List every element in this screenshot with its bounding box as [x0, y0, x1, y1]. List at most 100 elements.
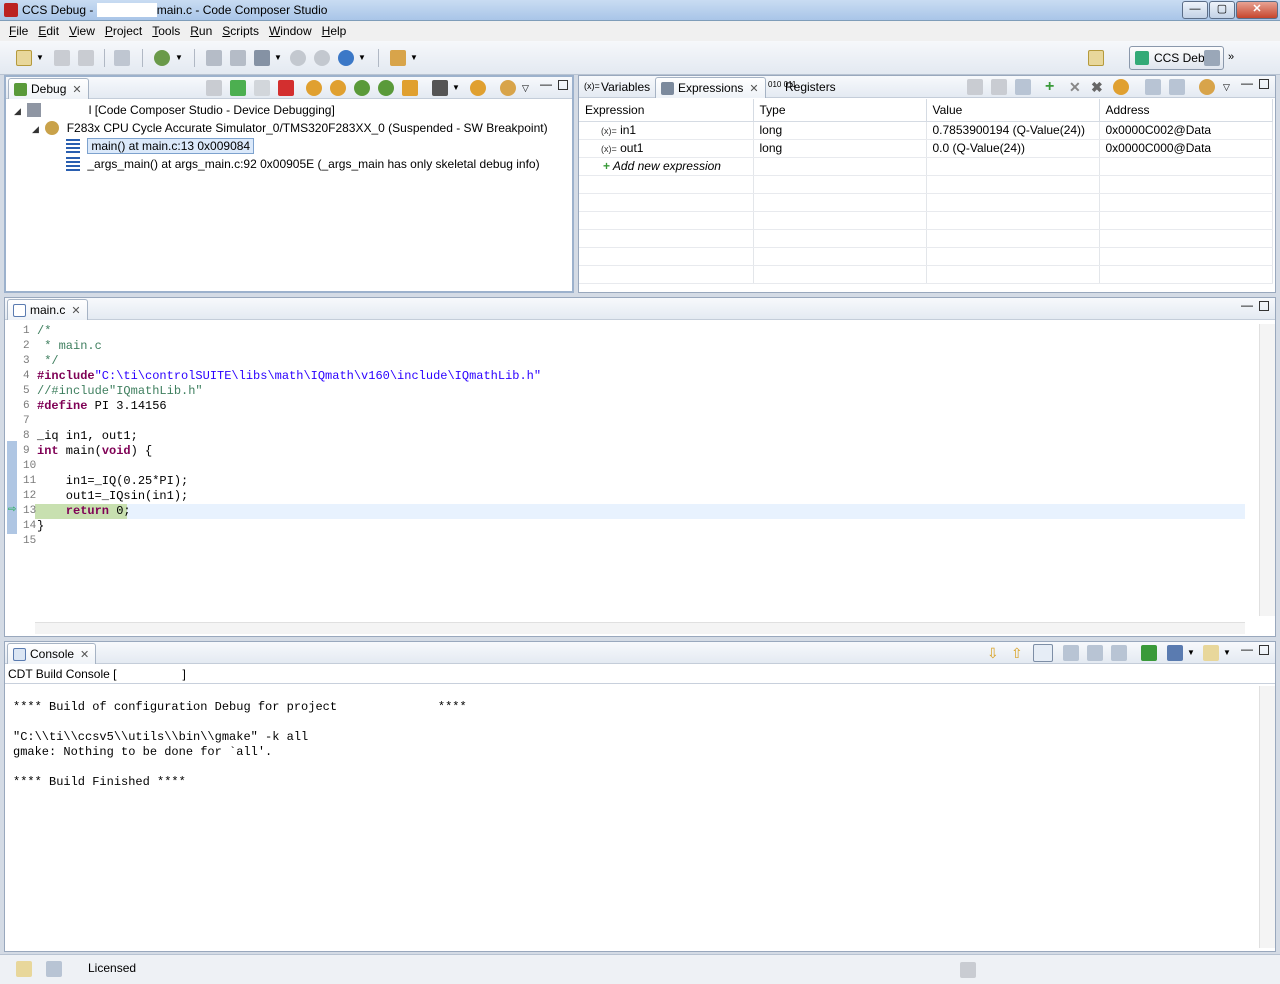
fast-view-icon[interactable] — [16, 961, 32, 977]
close-icon[interactable]: ✕ — [749, 83, 758, 95]
progress-icon[interactable] — [960, 962, 976, 978]
display-console-icon[interactable] — [1167, 645, 1183, 661]
suspend-icon[interactable] — [254, 80, 270, 96]
collapse-icon[interactable]: ◢ — [32, 120, 42, 138]
collapse-all-icon[interactable] — [1015, 79, 1031, 95]
close-icon[interactable]: ✕ — [71, 305, 80, 317]
console-vertical-scrollbar[interactable] — [1259, 686, 1275, 948]
next-error-icon[interactable]: ⇩ — [987, 645, 1003, 661]
clear-console-icon[interactable] — [1063, 645, 1079, 661]
asm-step-into-icon[interactable] — [354, 80, 370, 96]
restart-debug-icon[interactable] — [470, 80, 486, 96]
menu-tools[interactable]: Tools — [147, 24, 185, 38]
tree-item-frame-args-main[interactable]: _args_main() at args_main.c:92 0x00905E … — [66, 155, 540, 173]
tree-item-frame-main[interactable]: main() at main.c:13 0x009084 — [66, 137, 255, 155]
save-icon[interactable] — [54, 50, 70, 66]
menu-view[interactable]: View — [64, 24, 100, 38]
ext-tools-icon[interactable] — [338, 50, 354, 66]
column-header-type[interactable]: Type — [753, 99, 927, 122]
menu-help[interactable]: Help — [317, 24, 352, 38]
menu-scripts[interactable]: Scripts — [217, 24, 264, 38]
continuous-refresh-icon[interactable] — [1199, 79, 1215, 95]
column-header-address[interactable]: Address — [1099, 99, 1273, 122]
display-dropdown-icon[interactable]: ▼ — [1187, 645, 1195, 661]
pencil-dropdown-icon[interactable]: ▼ — [410, 50, 418, 66]
maximize-button[interactable]: ▢ — [1209, 1, 1235, 19]
maximize-view-icon[interactable] — [558, 80, 568, 90]
new-dropdown-icon[interactable]: ▼ — [36, 50, 44, 66]
processor-reset-icon[interactable] — [432, 80, 448, 96]
pencil-icon[interactable] — [390, 50, 406, 66]
menu-run[interactable]: Run — [185, 24, 217, 38]
step-over-icon[interactable] — [330, 80, 346, 96]
step-into-icon[interactable] — [306, 80, 322, 96]
tab-main-c[interactable]: main.c ✕ — [7, 299, 88, 320]
minimize-button[interactable]: — — [1182, 1, 1208, 19]
view-menu-icon[interactable]: ▽ — [1223, 79, 1233, 95]
new-view-icon[interactable] — [1145, 79, 1161, 95]
reset-dropdown-icon[interactable]: ▼ — [452, 80, 460, 96]
menu-project[interactable]: Project — [100, 24, 147, 38]
reset-icon[interactable] — [290, 50, 306, 66]
column-header-value[interactable]: Value — [926, 99, 1100, 122]
remove-all-icon[interactable]: ✖ — [1091, 79, 1107, 95]
refresh-expressions-icon[interactable] — [1113, 79, 1129, 95]
more-perspectives[interactable]: » — [1228, 50, 1244, 66]
table-row[interactable]: (x)= out1 long 0.0 (Q-Value(24)) 0x0000C… — [579, 139, 1273, 158]
tab-variables[interactable]: (x)= Variables — [579, 77, 656, 98]
save-all-icon[interactable] — [78, 50, 94, 66]
collapse-icon[interactable]: ◢ — [14, 102, 24, 120]
select-columns-icon[interactable] — [991, 79, 1007, 95]
terminate-icon[interactable] — [278, 80, 294, 96]
editor-horizontal-scrollbar[interactable] — [35, 622, 1245, 634]
close-icon[interactable]: ✕ — [80, 649, 89, 661]
ext-tools-dropdown-icon[interactable]: ▼ — [358, 50, 366, 66]
perspective-switch-icon[interactable] — [1204, 50, 1220, 66]
minimize-view-icon[interactable]: — — [1241, 76, 1253, 92]
restart-icon[interactable] — [314, 50, 330, 66]
maximize-view-icon[interactable] — [1259, 301, 1269, 311]
load-dropdown-icon[interactable]: ▼ — [274, 50, 282, 66]
step-return-icon[interactable] — [402, 80, 418, 96]
minimize-view-icon[interactable]: — — [1241, 642, 1253, 658]
close-icon[interactable]: ✕ — [72, 84, 81, 96]
editor-vertical-scrollbar[interactable] — [1259, 324, 1275, 616]
maximize-view-icon[interactable] — [1259, 645, 1269, 655]
column-header-expression[interactable]: Expression — [579, 99, 754, 122]
tab-debug[interactable]: Debug ✕ — [8, 78, 89, 99]
remove-expression-icon[interactable]: ✕ — [1069, 79, 1085, 95]
open-perspective-icon[interactable] — [1088, 50, 1104, 66]
close-button[interactable]: ✕ — [1236, 1, 1278, 19]
debug-icon[interactable] — [154, 50, 170, 66]
load-icon[interactable] — [254, 50, 270, 66]
code-area[interactable]: 1 2 3 4 5 6 7 8 9 10 11 12 13 14 15 /* *… — [5, 324, 1245, 624]
view-menu-icon[interactable]: ▽ — [522, 80, 532, 96]
previous-error-icon[interactable]: ⇧ — [1011, 645, 1027, 661]
pin-icon[interactable] — [1169, 79, 1185, 95]
remove-launch-icon[interactable] — [1111, 645, 1127, 661]
table-row[interactable]: (x)= in1 long 0.7853900194 (Q-Value(24))… — [579, 121, 1273, 140]
resume-icon[interactable] — [230, 80, 246, 96]
print-icon[interactable] — [114, 50, 130, 66]
console-output[interactable]: **** Build of configuration Debug for pr… — [5, 686, 1259, 948]
tab-expressions[interactable]: Expressions ✕ — [655, 77, 766, 98]
remove-terminated-icon[interactable] — [206, 80, 222, 96]
copy-build-log-icon[interactable] — [1087, 645, 1103, 661]
asm-step-over-icon[interactable] — [378, 80, 394, 96]
target-icon[interactable] — [206, 50, 222, 66]
refresh-icon[interactable] — [500, 80, 516, 96]
menu-edit[interactable]: Edit — [33, 24, 64, 38]
open-console-icon[interactable] — [1203, 645, 1219, 661]
new-icon[interactable] — [16, 50, 32, 66]
open-console-dropdown-icon[interactable]: ▼ — [1223, 645, 1231, 661]
show-type-icon[interactable] — [967, 79, 983, 95]
minimize-view-icon[interactable]: — — [540, 77, 552, 93]
tree-item-session[interactable]: ◢ l [Code Composer Studio - Device Debug… — [14, 101, 335, 119]
add-new-expression-row[interactable]: + Add new expression — [579, 157, 1273, 176]
minimize-view-icon[interactable]: — — [1241, 298, 1253, 314]
tree-item-cpu[interactable]: ◢ F283x CPU Cycle Accurate Simulator_0/T… — [32, 119, 548, 137]
menu-file[interactable]: File — [4, 24, 33, 38]
menu-window[interactable]: Window — [264, 24, 317, 38]
debug-dropdown-icon[interactable]: ▼ — [175, 50, 183, 66]
add-expression-icon[interactable]: + — [1045, 79, 1061, 95]
